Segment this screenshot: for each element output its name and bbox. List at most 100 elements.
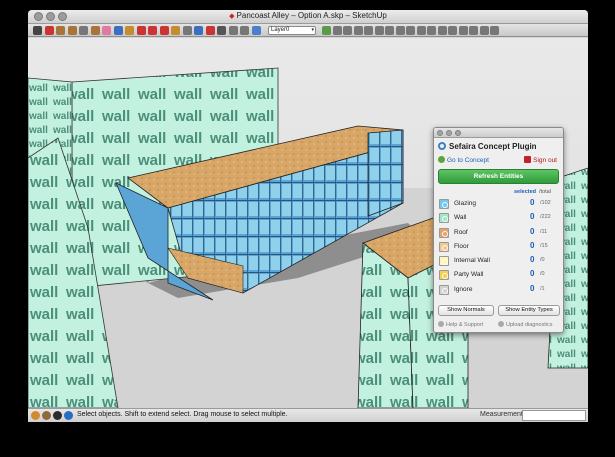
entity-swatch-icon[interactable]	[439, 213, 449, 224]
circle-icon[interactable]	[67, 26, 77, 35]
scale-icon[interactable]	[159, 26, 169, 35]
polygon-icon[interactable]	[90, 26, 100, 35]
entity-swatch-icon[interactable]	[439, 284, 449, 295]
status-bar: Select objects. Shift to extend select. …	[28, 408, 588, 422]
top-view-icon[interactable]	[343, 26, 352, 35]
upload-diagnostics-link[interactable]: Upload diagnostics	[498, 321, 552, 328]
main-toolbar: Layer0 ▾	[28, 24, 588, 37]
show-entity-types-button[interactable]: Show Entity Types	[498, 305, 560, 316]
eraser-icon[interactable]	[102, 26, 111, 35]
help-circle-icon	[438, 321, 444, 327]
pan-icon[interactable]	[217, 26, 226, 35]
entity-row[interactable]: Ignore 0/1	[438, 283, 561, 297]
entity-swatch-icon[interactable]	[439, 241, 449, 252]
plugin-minimize-icon[interactable]	[446, 130, 452, 136]
rectangle-icon[interactable]	[56, 26, 65, 35]
chevron-down-icon: ▾	[311, 27, 314, 33]
text-icon[interactable]	[194, 26, 203, 35]
title-bar: ◆ Pancoast Alley – Option A.skp – SketchU…	[28, 10, 588, 24]
plugin-close-icon[interactable]	[437, 130, 443, 136]
entity-selected-count: 0	[530, 255, 535, 265]
select-icon[interactable]	[33, 26, 42, 35]
entity-row[interactable]: Party Wall 0/0	[438, 268, 561, 282]
entity-label: Floor	[454, 242, 469, 250]
rotate-icon[interactable]	[148, 26, 157, 35]
measurements-input[interactable]	[522, 410, 586, 421]
zoom-extents-icon[interactable]	[240, 26, 249, 35]
window-title-text: Pancoast Alley – Option A.skp – SketchUp	[236, 11, 387, 20]
camera-icon[interactable]	[469, 26, 478, 35]
zoom-icon[interactable]	[228, 26, 238, 35]
entity-row[interactable]: Wall 0/222	[438, 211, 561, 225]
plugin-header: Sefaira Concept Plugin	[438, 142, 537, 152]
entity-total-count: /11	[540, 228, 548, 235]
entity-swatch-icon[interactable]	[439, 256, 449, 267]
measurements-label: Measurements	[480, 411, 527, 418]
iso-view-icon[interactable]	[332, 26, 342, 35]
push-pull-icon[interactable]	[125, 26, 134, 35]
entity-label: Wall	[454, 214, 467, 222]
3d-warehouse-icon[interactable]	[251, 26, 261, 35]
entity-row[interactable]: Roof 0/11	[438, 226, 561, 240]
user-icon[interactable]	[53, 411, 62, 420]
geo-location-icon[interactable]	[31, 411, 40, 420]
total-column-header: /total	[539, 189, 551, 195]
monochrome-icon[interactable]	[448, 26, 457, 35]
go-to-concept-link[interactable]: Go to Concept	[438, 156, 489, 164]
plugin-title: Sefaira Concept Plugin	[449, 142, 537, 151]
right-view-icon[interactable]	[364, 26, 373, 35]
show-normals-button[interactable]: Show Normals	[438, 305, 494, 316]
go-to-concept-label: Go to Concept	[447, 157, 489, 164]
entity-label: Roof	[454, 228, 468, 236]
plugin-zoom-icon[interactable]	[455, 130, 461, 136]
house-icon[interactable]	[458, 26, 468, 35]
components-icon[interactable]	[322, 26, 331, 35]
main-block-tower-glazing	[367, 129, 404, 217]
window-title: ◆ Pancoast Alley – Option A.skp – SketchU…	[28, 11, 588, 20]
sign-out-link[interactable]: Sign out	[524, 156, 557, 164]
help-support-link[interactable]: Help & Support	[438, 321, 483, 328]
entity-label: Party Wall	[454, 271, 484, 279]
orbit-icon[interactable]	[205, 26, 215, 35]
document-icon: ◆	[229, 13, 235, 20]
upload-diagnostics-label: Upload diagnostics	[506, 322, 553, 328]
back-view-icon[interactable]	[374, 26, 384, 35]
front-view-icon[interactable]	[353, 26, 363, 35]
entity-swatch-icon[interactable]	[439, 270, 449, 281]
help-support-label: Help & Support	[446, 322, 484, 328]
walk-icon[interactable]	[479, 26, 489, 35]
wireframe-icon[interactable]	[406, 26, 415, 35]
help-icon[interactable]	[64, 411, 73, 420]
entity-total-count: /0	[540, 257, 545, 264]
arc-icon[interactable]	[79, 26, 88, 35]
sign-out-label: Sign out	[533, 157, 557, 164]
tape-measure-icon[interactable]	[182, 26, 192, 35]
shaded-icon[interactable]	[427, 26, 436, 35]
entity-swatch-icon[interactable]	[439, 199, 449, 209]
entity-row[interactable]: Floor 0/15	[438, 240, 561, 254]
entity-selected-count: 0	[530, 283, 535, 293]
hidden-line-icon[interactable]	[416, 26, 426, 35]
offset-icon[interactable]	[171, 26, 180, 35]
xray-icon[interactable]	[395, 26, 405, 35]
entity-selected-count: 0	[530, 240, 535, 250]
sefaira-plugin-panel: Sefaira Concept Plugin Go to Concept Sig…	[433, 127, 564, 333]
upload-icon	[498, 321, 504, 327]
credits-icon[interactable]	[42, 411, 51, 420]
refresh-entities-button[interactable]: Refresh Entities	[438, 169, 559, 184]
entity-selected-count: 0	[530, 269, 535, 279]
layer-select[interactable]: Layer0 ▾	[268, 26, 316, 35]
entity-selected-count: 0	[530, 198, 535, 207]
entity-row[interactable]: Internal Wall 0/0	[438, 254, 561, 268]
entity-swatch-icon[interactable]	[439, 227, 449, 238]
status-message: Select objects. Shift to extend select. …	[77, 411, 288, 418]
paint-bucket-icon[interactable]	[113, 26, 123, 35]
textured-icon[interactable]	[437, 26, 447, 35]
section-icon[interactable]	[490, 26, 499, 35]
left-view-icon[interactable]	[385, 26, 394, 35]
move-icon[interactable]	[136, 26, 146, 35]
entity-row[interactable]: Glazing 0/102	[438, 197, 561, 211]
pencil-icon[interactable]	[44, 26, 54, 35]
plugin-title-bar	[434, 128, 563, 138]
entity-selected-count: 0	[530, 212, 535, 222]
